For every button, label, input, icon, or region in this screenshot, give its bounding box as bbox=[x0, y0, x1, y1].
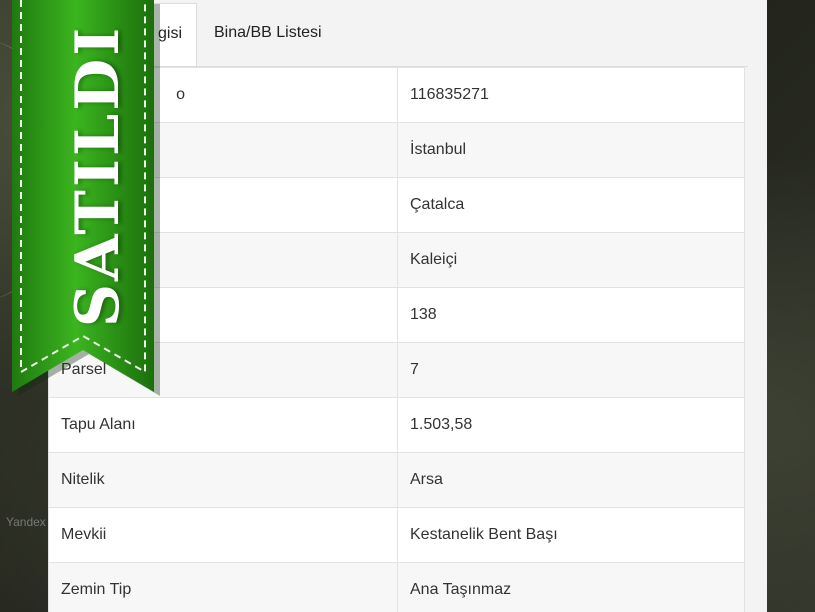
row-value: 116835271 bbox=[397, 67, 745, 123]
tab-building-list[interactable]: Bina/BB Listesi bbox=[200, 3, 336, 66]
sold-ribbon: SATILDI bbox=[12, 0, 160, 400]
row-value: İstanbul bbox=[397, 122, 745, 178]
row-value: 138 bbox=[397, 287, 745, 343]
tab-building-list-label: Bina/BB Listesi bbox=[214, 24, 322, 41]
row-value: 1.503,58 bbox=[397, 397, 745, 453]
row-value: Arsa bbox=[397, 452, 745, 508]
row-value: Ana Taşınmaz bbox=[397, 562, 745, 612]
map-watermark: Yandex bbox=[6, 515, 46, 529]
sold-label: SATILDI bbox=[63, 24, 133, 328]
table-row: Nitelik Arsa bbox=[48, 452, 745, 508]
row-value: Kaleiçi bbox=[397, 232, 745, 288]
tab-parcel-info-label: gisi bbox=[157, 25, 182, 42]
row-value: 7 bbox=[397, 342, 745, 398]
row-key: Nitelik bbox=[48, 452, 398, 508]
row-value: Kestanelik Bent Başı bbox=[397, 507, 745, 563]
row-value: Çatalca bbox=[397, 177, 745, 233]
row-key: Zemin Tip bbox=[48, 562, 398, 612]
table-row: Tapu Alanı 1.503,58 bbox=[48, 397, 745, 453]
row-key: Mevkii bbox=[48, 507, 398, 563]
row-key: Tapu Alanı bbox=[48, 397, 398, 453]
table-row: Mevkii Kestanelik Bent Başı bbox=[48, 507, 745, 563]
table-row: Zemin Tip Ana Taşınmaz bbox=[48, 562, 745, 612]
